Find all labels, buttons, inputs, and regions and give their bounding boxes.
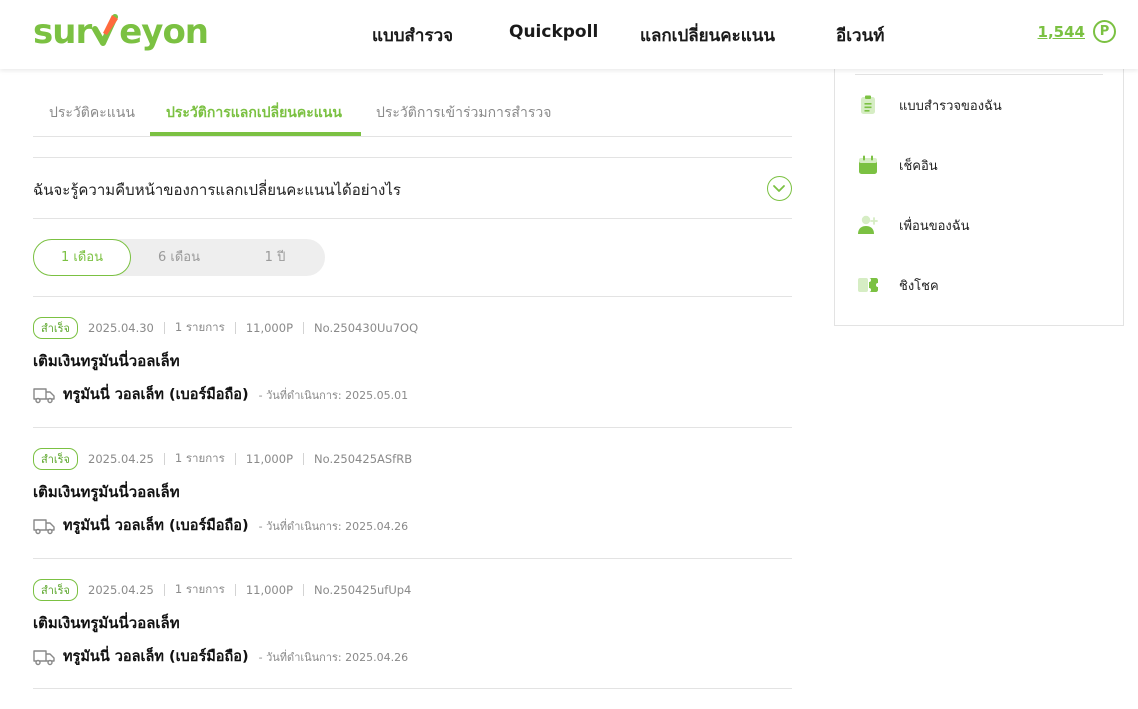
divider — [303, 322, 305, 334]
divider — [234, 453, 236, 465]
sidebar-item-my-friends[interactable]: เพื่อนของฉัน — [857, 214, 970, 236]
history-tabs: ประวัติคะแนน ประวัติการแลกเปลี่ยนคะแนน ป… — [33, 88, 792, 137]
points-value[interactable]: 1,544 — [1038, 23, 1085, 41]
nav-survey[interactable]: แบบสำรวจ — [372, 22, 453, 49]
divider — [163, 584, 165, 596]
chevron-down-icon[interactable] — [767, 176, 792, 201]
delivery-truck-icon — [33, 387, 55, 403]
tab-exchange-history[interactable]: ประวัติการแลกเปลี่ยนคะแนน — [166, 102, 342, 124]
sidebar-item-label: เพื่อนของฉัน — [899, 218, 970, 234]
order-number: No.250425ufUp4 — [314, 583, 412, 597]
tab-points-history[interactable]: ประวัติคะแนน — [49, 102, 135, 124]
exchange-date: 2025.04.30 — [88, 321, 154, 335]
divider — [234, 322, 236, 334]
product-name: ทรูมันนี่ วอลเล็ท (เบอร์มือถือ) — [63, 387, 249, 403]
divider — [855, 74, 1103, 75]
product-name: ทรูมันนี่ วอลเล็ท (เบอร์มือถือ) — [63, 518, 249, 534]
exchange-date: 2025.04.25 — [88, 583, 154, 597]
list-item[interactable]: สำเร็จ 2025.04.25 1 รายการ 11,000P No.25… — [33, 558, 792, 689]
clipboard-icon — [861, 95, 875, 114]
exchange-history-list: สำเร็จ 2025.04.30 1 รายการ 11,000P No.25… — [33, 296, 792, 689]
divider — [234, 584, 236, 596]
processed-date: - วันที่ดำเนินการ: 2025.05.01 — [258, 388, 409, 402]
order-number: No.250430Uu7OQ — [314, 321, 419, 335]
sidebar-menu: แบบสำรวจของฉัน เช็คอิน เพื่อนของฉัน ชิงโ… — [834, 69, 1124, 326]
tab-survey-participation-history[interactable]: ประวัติการเข้าร่วมการสำรวจ — [376, 102, 551, 124]
add-friend-icon — [858, 215, 878, 234]
faq-accordion[interactable]: ฉันจะรู้ความคืบหน้าของการแลกเปลี่ยนคะแนน… — [33, 157, 792, 219]
top-header: sur eyon แบบสำรวจ Quickpoll แลกเปลี่ยนคะ… — [0, 0, 1138, 69]
item-count: 1 รายการ — [174, 451, 225, 465]
nav-exchange-points[interactable]: แลกเปลี่ยนคะแนน — [640, 22, 775, 49]
item-title: เติมเงินทรูมันนี่วอลเล็ท — [33, 614, 180, 632]
delivery-truck-icon — [33, 649, 55, 665]
divider — [303, 453, 305, 465]
item-title: เติมเงินทรูมันนี่วอลเล็ท — [33, 352, 180, 370]
item-title: เติมเงินทรูมันนี่วอลเล็ท — [33, 483, 180, 501]
delivery-truck-icon — [33, 518, 55, 534]
divider — [163, 453, 165, 465]
processed-date: - วันที่ดำเนินการ: 2025.04.26 — [258, 650, 409, 664]
sidebar-item-lucky-draw[interactable]: ชิงโชค — [857, 274, 939, 296]
period-1-year[interactable]: 1 ปี — [227, 239, 323, 276]
sidebar-item-label: แบบสำรวจของฉัน — [899, 98, 1002, 114]
active-tab-indicator — [150, 132, 361, 136]
list-item[interactable]: สำเร็จ 2025.04.30 1 รายการ 11,000P No.25… — [33, 296, 792, 427]
divider — [303, 584, 305, 596]
points-used: 11,000P — [245, 321, 294, 335]
period-selector: 1 เดือน 6 เดือน 1 ปี — [33, 239, 325, 276]
item-count: 1 รายการ — [174, 320, 225, 334]
points-icon: P — [1093, 20, 1116, 43]
exchange-date: 2025.04.25 — [88, 452, 154, 466]
nav-quickpoll[interactable]: Quickpoll — [509, 22, 598, 42]
nav-events[interactable]: อีเวนท์ — [836, 22, 884, 49]
order-number: No.250425ASfRB — [314, 452, 413, 466]
points-balance[interactable]: 1,544 P — [1038, 20, 1116, 43]
calendar-icon — [859, 155, 877, 174]
status-badge: สำเร็จ — [33, 317, 79, 339]
status-badge: สำเร็จ — [33, 579, 79, 601]
item-count: 1 รายการ — [174, 582, 225, 596]
list-item[interactable]: สำเร็จ 2025.04.25 1 รายการ 11,000P No.25… — [33, 427, 792, 558]
sidebar-item-label: เช็คอิน — [899, 158, 938, 174]
ticket-icon — [858, 278, 878, 292]
faq-question: ฉันจะรู้ความคืบหน้าของการแลกเปลี่ยนคะแนน… — [33, 181, 401, 199]
period-1-month[interactable]: 1 เดือน — [33, 239, 131, 276]
processed-date: - วันที่ดำเนินการ: 2025.04.26 — [258, 519, 409, 533]
points-used: 11,000P — [245, 583, 294, 597]
points-used: 11,000P — [245, 452, 294, 466]
product-name: ทรูมันนี่ วอลเล็ท (เบอร์มือถือ) — [63, 649, 249, 665]
divider — [163, 322, 165, 334]
status-badge: สำเร็จ — [33, 448, 79, 470]
sidebar-item-my-surveys[interactable]: แบบสำรวจของฉัน — [857, 94, 1002, 116]
period-6-months[interactable]: 6 เดือน — [131, 239, 227, 276]
sidebar-item-label: ชิงโชค — [899, 278, 939, 294]
sidebar-item-check-in[interactable]: เช็คอิน — [857, 154, 938, 176]
